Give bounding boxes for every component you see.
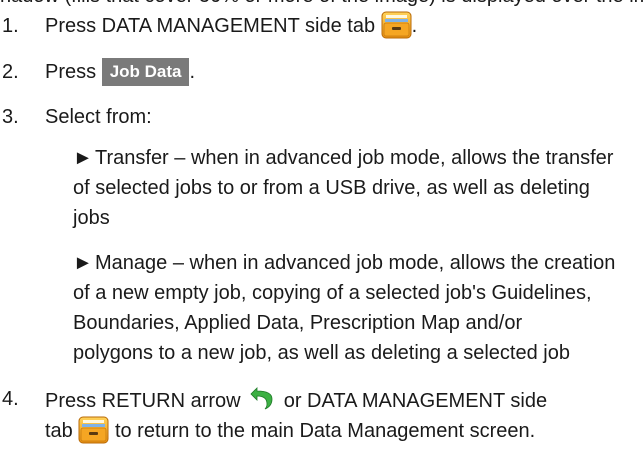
step-number: 1. (2, 15, 19, 37)
job-data-button: Job Data (101, 58, 190, 86)
step-text: Select from: (45, 106, 152, 128)
option-transfer: ► Transfer – when in advanced job mode, a… (73, 143, 639, 233)
option-manage: ► Manage – when in advanced job mode, all… (73, 248, 639, 368)
step-text: or DATA MANAGEMENT side (283, 390, 548, 412)
step-text: to return to the main Data Management sc… (114, 420, 536, 442)
return-arrow-icon (249, 384, 275, 410)
option-line: of a new empty job, copying of a selecte… (73, 282, 592, 304)
option-line: Manage – when in advanced job mode, allo… (95, 252, 616, 274)
option-line: of selected jobs to or from a USB drive,… (73, 177, 590, 199)
step-number: 4. (2, 388, 19, 410)
step-text: Press RETURN arrow (45, 390, 241, 412)
step-number: 3. (2, 106, 19, 128)
step-text-end: . (189, 61, 196, 83)
option-line: Boundaries, Applied Data, Prescription M… (73, 312, 523, 334)
step-number: 2. (2, 61, 19, 83)
data-management-folder-icon (78, 416, 109, 444)
step-text: Press DATA MANAGEMENT side tab (45, 15, 376, 37)
option-line: polygons to a new job, as well as deleti… (73, 342, 570, 364)
data-management-folder-icon (381, 11, 412, 39)
step-text: tab (45, 420, 73, 442)
step-text: Press (45, 61, 97, 83)
bullet-icon: ► (73, 147, 93, 169)
step-text-end: . (411, 15, 418, 37)
option-line: jobs (73, 207, 110, 229)
option-line: Transfer – when in advanced job mode, al… (95, 147, 614, 169)
partial-previous-text: hadow (fills that cover 50% or more of t… (0, 0, 643, 11)
bullet-icon: ► (73, 252, 93, 274)
